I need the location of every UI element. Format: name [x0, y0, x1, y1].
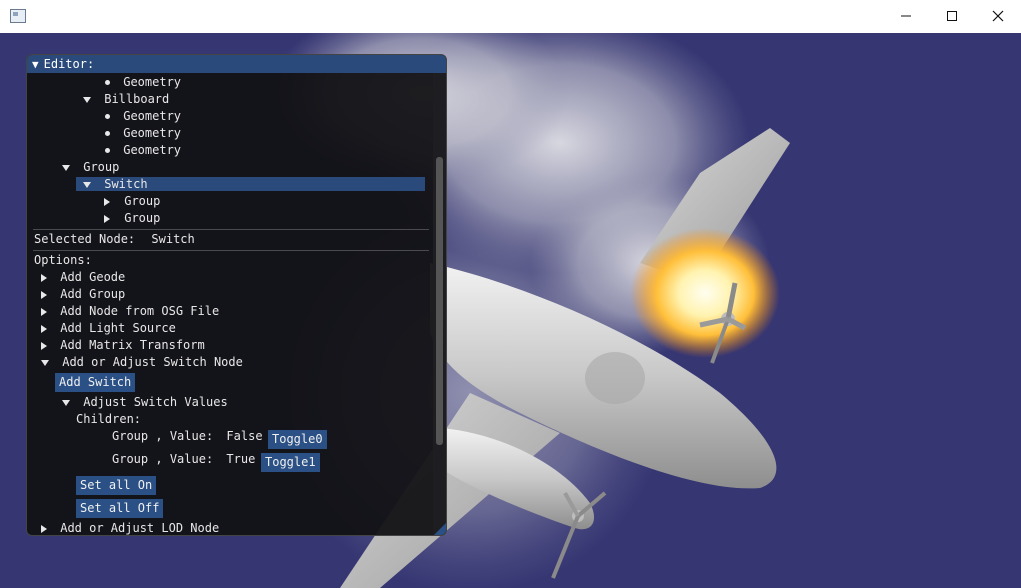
explosion-fire: [630, 228, 780, 358]
children-heading: Children:: [76, 412, 142, 426]
option-label: Add Node from OSG File: [60, 304, 220, 318]
option-label: Add Matrix Transform: [60, 338, 205, 352]
tree-expanded-icon: [62, 164, 70, 171]
bullet-icon: [105, 131, 110, 136]
tree-collapsed-icon: [41, 524, 47, 533]
option-add-matrix-transform[interactable]: Add Matrix Transform: [41, 337, 205, 354]
child-sep: ,: [155, 452, 163, 466]
tree-collapsed-icon: [41, 290, 47, 299]
tree-node[interactable]: Geometry: [105, 125, 181, 142]
option-label: Add Group: [60, 287, 126, 301]
bullet-icon: [105, 114, 110, 119]
set-all-off-button[interactable]: Set all Off: [76, 499, 164, 518]
tree-expanded-icon: [62, 399, 70, 406]
adjust-switch-values-node[interactable]: Adjust Switch Values: [62, 394, 228, 411]
option-label: Add or Adjust Switch Node: [62, 355, 243, 369]
child-value-label: Value:: [169, 429, 214, 443]
tree-node[interactable]: Geometry: [105, 108, 181, 125]
toggle1-button[interactable]: Toggle1: [261, 453, 320, 472]
tree-expanded-icon: [83, 181, 91, 188]
set-all-on-button[interactable]: Set all On: [76, 476, 157, 495]
option-label: Add Geode: [60, 270, 126, 284]
editor-title: Editor:: [43, 57, 95, 71]
scrollbar-thumb[interactable]: [436, 157, 443, 445]
bullet-icon: [105, 148, 110, 153]
child-name: Group: [112, 429, 149, 443]
tree-node-label: Geometry: [123, 143, 182, 157]
selected-node-label: Selected Node:: [34, 232, 136, 246]
option-add-geode[interactable]: Add Geode: [41, 269, 125, 286]
close-icon: [992, 10, 1004, 22]
divider: [33, 250, 429, 251]
tree-node[interactable]: Geometry: [105, 142, 181, 159]
tree-node-label: Group: [124, 211, 161, 225]
maximize-button[interactable]: [929, 0, 975, 32]
tree-collapsed-icon: [41, 307, 47, 316]
editor-title-bar[interactable]: ▼ Editor:: [27, 55, 446, 73]
tree-collapsed-icon: [41, 324, 47, 333]
tree-node-label: Geometry: [123, 109, 182, 123]
maximize-icon: [947, 11, 957, 21]
tree-node[interactable]: Billboard: [83, 91, 169, 108]
tree-collapsed-icon: [104, 197, 110, 206]
option-add-light-source[interactable]: Add Light Source: [41, 320, 176, 337]
option-switch-node[interactable]: Add or Adjust Switch Node: [41, 354, 243, 371]
option-add-group[interactable]: Add Group: [41, 286, 125, 303]
adjust-values-label: Adjust Switch Values: [83, 395, 228, 409]
cockpit: [585, 352, 645, 404]
child-value-label: Value:: [169, 452, 214, 466]
child-row: Group , Value: False: [112, 428, 263, 445]
option-lod-node[interactable]: Add or Adjust LOD Node: [41, 520, 220, 535]
tree-node-label: Billboard: [104, 92, 170, 106]
tree-node-label: Group: [124, 194, 161, 208]
option-label: Add Light Source: [60, 321, 176, 335]
resize-grip[interactable]: [434, 523, 446, 535]
tree-node[interactable]: Group: [104, 210, 160, 227]
add-switch-button[interactable]: Add Switch: [55, 373, 136, 392]
child-value: True: [226, 452, 256, 466]
child-value: False: [226, 429, 263, 443]
tree-expanded-icon: [83, 96, 91, 103]
option-add-node-from-file[interactable]: Add Node from OSG File: [41, 303, 219, 320]
tree-expanded-icon: [41, 359, 49, 366]
child-name: Group: [112, 452, 149, 466]
tree-collapsed-icon: [41, 341, 47, 350]
toggle0-button[interactable]: Toggle0: [268, 430, 327, 449]
selected-node-readout: Selected Node: Switch: [34, 231, 195, 248]
tree-collapsed-icon: [104, 214, 110, 223]
tree-node-selected[interactable]: Switch: [83, 176, 148, 193]
bullet-icon: [105, 80, 110, 85]
minimize-button[interactable]: [883, 0, 929, 32]
option-label: Add or Adjust LOD Node: [60, 521, 220, 535]
tree-node[interactable]: Geometry: [105, 74, 181, 91]
close-button[interactable]: [975, 0, 1021, 32]
child-row: Group , Value: True: [112, 451, 255, 468]
tree-node-label: Geometry: [123, 75, 182, 89]
selected-node-value: Switch: [151, 232, 195, 246]
collapse-arrow-icon[interactable]: ▼: [32, 58, 39, 71]
app-icon: [10, 9, 26, 23]
child-sep: ,: [155, 429, 163, 443]
options-heading: Options:: [34, 253, 92, 267]
tree-node[interactable]: Group: [104, 193, 160, 210]
tree-node-label: Switch: [104, 177, 148, 191]
minimize-icon: [901, 15, 911, 17]
window-title-bar: [0, 0, 1021, 34]
tree-collapsed-icon: [41, 273, 47, 282]
tree-node-label: Geometry: [123, 126, 182, 140]
editor-panel[interactable]: ▼ Editor: Geometry Billboard Geometry Ge…: [26, 54, 447, 536]
tree-node[interactable]: Group: [62, 159, 119, 176]
divider: [33, 229, 429, 230]
tree-node-label: Group: [83, 160, 120, 174]
